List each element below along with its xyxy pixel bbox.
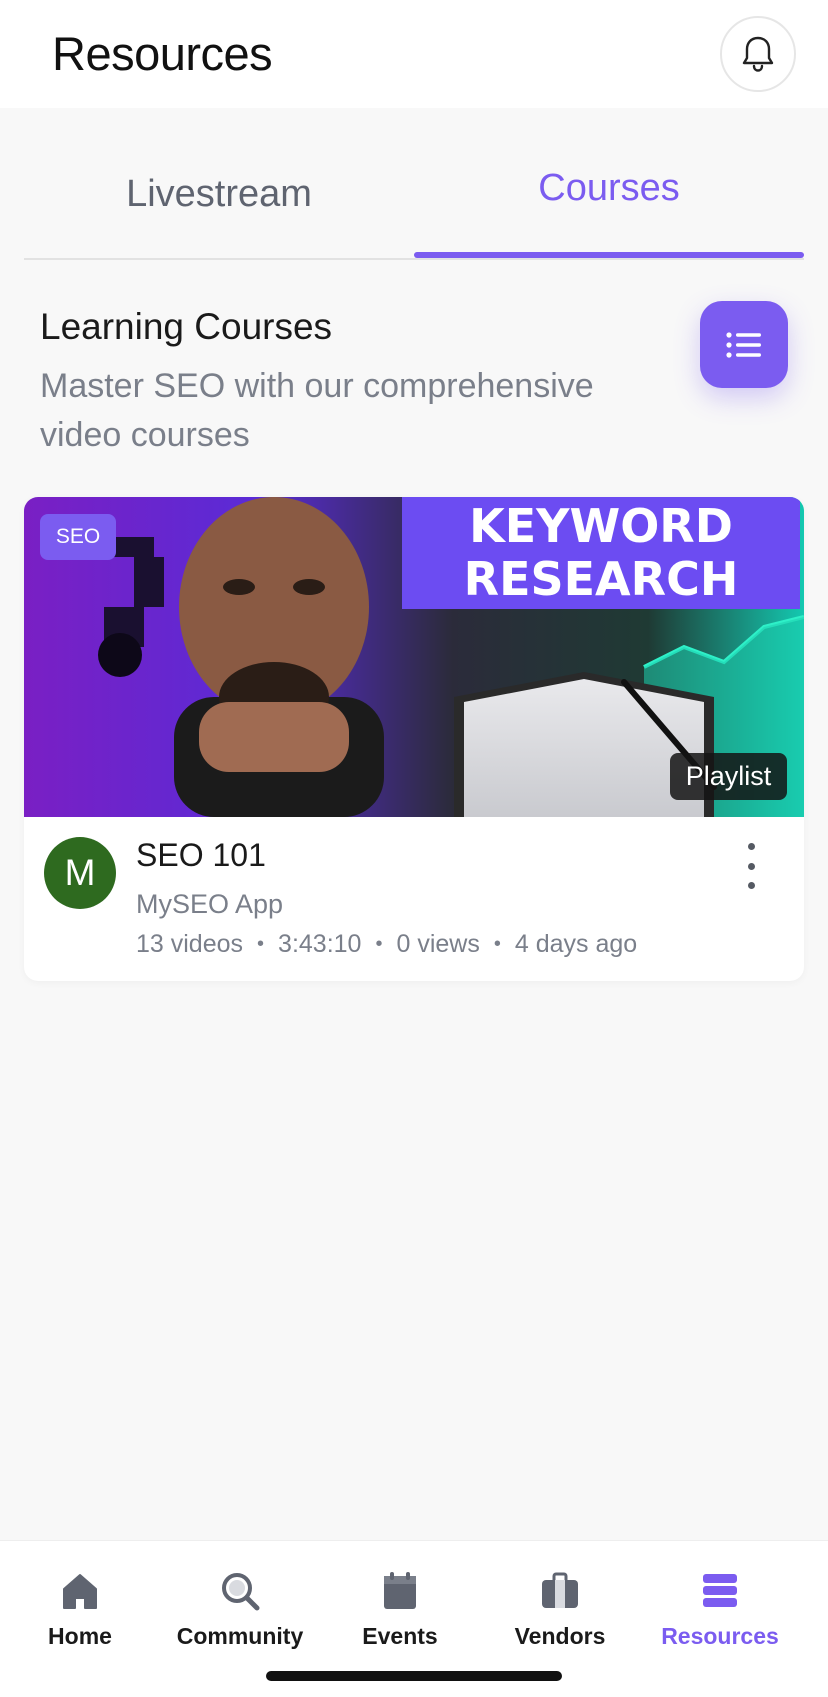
list-icon [726,331,761,358]
course-card[interactable]: KEYWORD RESEARCH SEO Playlist M SEO 101 … [24,497,804,981]
nav-label-events: Events [362,1623,438,1649]
nav-vendors[interactable]: Vendors [480,1541,640,1661]
nav-label-community: Community [176,1623,304,1649]
nav-events[interactable]: Events [320,1541,480,1661]
calendar-icon [384,1572,416,1609]
nav-home[interactable]: Home [0,1541,160,1661]
briefcase-icon [542,1572,578,1608]
tab-livestream[interactable]: Livestream [24,140,414,260]
view-count: 0 views [396,930,480,958]
thumbnail-title-line-1: KEYWORD [469,499,733,553]
thumbnail-title-line-2: RESEARCH [464,552,739,606]
course-meta: 13 videos • 3:43:10 • 0 views • 4 days a… [136,930,637,959]
nav-community[interactable]: Community [160,1541,320,1661]
home-indicator [266,1671,562,1681]
channel-avatar[interactable]: M [44,837,116,909]
separator-dot: • [257,933,265,955]
course-thumbnail[interactable]: KEYWORD RESEARCH SEO Playlist [24,497,804,817]
more-options-button[interactable] [736,843,766,889]
more-vertical-icon-dot [747,882,755,889]
section-title: Learning Courses [40,306,333,347]
video-count: 13 videos [136,930,244,958]
separator-dot: • [375,933,383,955]
course-title[interactable]: SEO 101 [136,837,266,874]
separator-dot: • [493,933,501,955]
notifications-button[interactable] [720,16,796,92]
section-subtitle: Master SEO with our comprehensive video … [40,367,594,454]
bell-icon [742,36,774,72]
list-view-button[interactable] [700,301,788,388]
upload-age: 4 days ago [514,930,638,958]
nav-label-vendors: Vendors [514,1623,606,1649]
search-icon [222,1573,260,1611]
resource-tabs: Livestream Courses [24,140,804,260]
more-vertical-icon-dot [747,862,755,870]
nav-resources[interactable]: Resources [640,1541,800,1661]
tab-courses[interactable]: Courses [414,140,804,260]
layers-icon [703,1574,737,1607]
app-header: Resources [0,0,828,108]
more-vertical-icon [747,843,755,850]
active-tab-indicator [414,252,804,258]
nav-label-resources: Resources [661,1623,779,1649]
category-tag: SEO [40,514,116,560]
page-title: Resources [52,27,273,80]
nav-label-home: Home [48,1623,112,1649]
playlist-badge: Playlist [670,753,787,800]
course-duration: 3:43:10 [278,930,362,958]
home-icon [63,1574,97,1609]
course-channel[interactable]: MySEO App [136,889,283,920]
